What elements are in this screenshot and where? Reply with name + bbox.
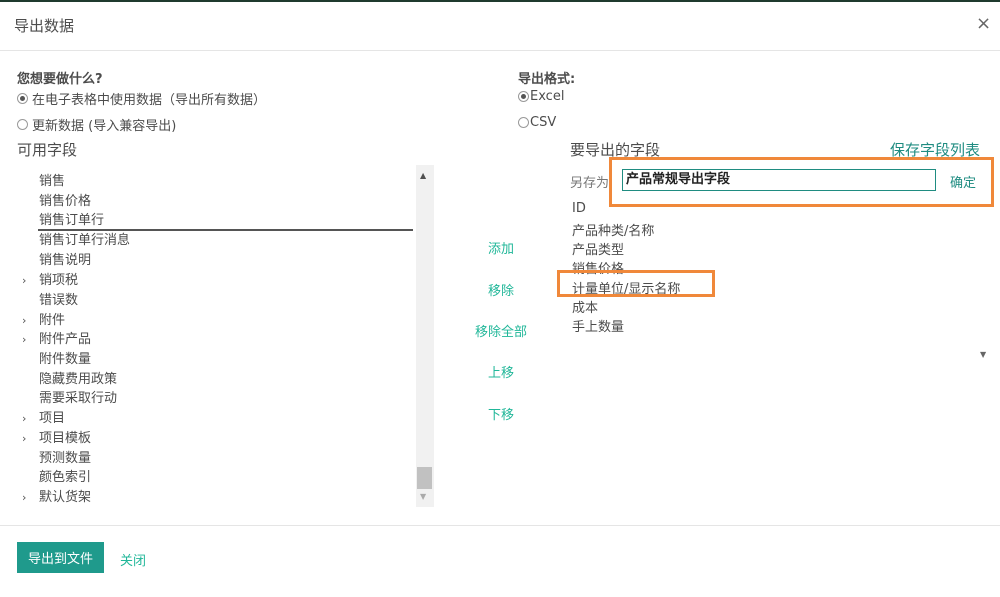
export-field-item[interactable]: 产品种类/名称 xyxy=(572,220,654,239)
move-up-button[interactable]: 上移 xyxy=(488,362,514,381)
available-field-label: 项目模板 xyxy=(39,431,92,446)
scroll-down-icon[interactable]: ▼ xyxy=(420,492,426,501)
available-field-item[interactable]: 销售说明 xyxy=(18,251,416,271)
available-field-item[interactable]: 错误数 xyxy=(18,291,416,311)
available-field-label: 需要采取行动 xyxy=(39,391,118,406)
available-field-item[interactable]: › 附件产品 xyxy=(18,330,416,350)
available-field-item[interactable]: › 默认货架 xyxy=(18,488,416,507)
available-field-item[interactable]: 颜色索引 xyxy=(18,468,416,488)
available-field-label: 销售 xyxy=(39,174,66,189)
add-button[interactable]: 添加 xyxy=(488,238,514,257)
available-field-item[interactable]: › 项目 xyxy=(18,409,416,429)
scroll-up-icon[interactable]: ▲ xyxy=(420,171,426,180)
available-field-item[interactable]: › 销项税 xyxy=(18,271,416,291)
available-field-label: 附件产品 xyxy=(39,332,92,347)
available-fields-list[interactable]: 销售销售价格销售订单行销售订单行消息 销售说明 › 销项税错误数 › 附件 › 附件产品附件数… xyxy=(18,165,416,507)
available-field-item[interactable]: 附件数量 xyxy=(18,350,416,370)
selected-row-underline xyxy=(38,229,413,231)
available-field-label: 项目 xyxy=(39,411,66,426)
available-field-label: 附件数量 xyxy=(39,352,92,367)
radio-off-icon[interactable] xyxy=(518,117,529,128)
radio-on-icon[interactable] xyxy=(17,93,28,104)
export-field-item[interactable]: 产品类型 xyxy=(572,239,624,258)
available-field-label: 默认货架 xyxy=(39,490,92,505)
available-field-label: 隐藏费用政策 xyxy=(39,372,118,387)
dropdown-arrow-icon[interactable]: ▼ xyxy=(980,350,986,359)
radio-update-data[interactable]: 更新数据 (导入兼容导出) xyxy=(17,115,176,134)
radio-on-icon[interactable] xyxy=(518,91,529,102)
highlight-save-as-box xyxy=(609,157,994,207)
remove-button[interactable]: 移除 xyxy=(488,280,514,299)
available-field-item[interactable]: 销售价格 xyxy=(18,192,416,212)
available-field-label: 错误数 xyxy=(39,293,79,308)
scroll-thumb[interactable] xyxy=(417,467,432,489)
available-field-item[interactable]: 隐藏费用政策 xyxy=(18,370,416,390)
export-field-item[interactable]: 成本 xyxy=(572,297,598,316)
available-field-item[interactable]: 销售订单行消息 xyxy=(18,231,416,251)
chevron-right-icon[interactable]: › xyxy=(22,429,26,449)
available-field-label: 销售订单行消息 xyxy=(39,233,131,248)
available-field-item[interactable]: 销售订单行 xyxy=(18,211,416,231)
footer-divider xyxy=(0,525,1000,526)
available-field-item[interactable]: 需要采取行动 xyxy=(18,389,416,409)
action-heading: 您想要做什么? xyxy=(17,72,103,87)
radio-label: Excel xyxy=(530,89,565,104)
available-field-item[interactable]: › 附件 xyxy=(18,311,416,331)
export-to-file-button[interactable]: 导出到文件 xyxy=(17,542,104,573)
available-field-label: 颜色索引 xyxy=(39,470,92,485)
available-field-label: 销售说明 xyxy=(39,253,92,268)
available-field-label: 预测数量 xyxy=(39,451,92,466)
available-field-item[interactable]: › 项目模板 xyxy=(18,429,416,449)
export-field-item[interactable]: ID xyxy=(572,201,586,216)
radio-label: 在电子表格中使用数据（导出所有数据） xyxy=(32,93,267,108)
radio-use-in-spreadsheet[interactable]: 在电子表格中使用数据（导出所有数据） xyxy=(17,89,266,108)
remove-all-button[interactable]: 移除全部 xyxy=(475,321,527,340)
radio-excel[interactable]: Excel xyxy=(518,89,564,104)
radio-csv[interactable]: CSV xyxy=(518,115,556,130)
scrollbar[interactable] xyxy=(416,165,434,507)
chevron-right-icon[interactable]: › xyxy=(22,271,26,291)
chevron-right-icon[interactable]: › xyxy=(22,311,26,331)
dialog-title: 导出数据 xyxy=(14,17,75,35)
available-field-label: 销项税 xyxy=(39,273,79,288)
chevron-right-icon[interactable]: › xyxy=(22,330,26,350)
available-field-item[interactable]: 预测数量 xyxy=(18,449,416,469)
export-field-item[interactable]: 手上数量 xyxy=(572,316,624,335)
close-icon[interactable]: × xyxy=(976,13,991,34)
move-down-button[interactable]: 下移 xyxy=(488,404,514,423)
save-as-label: 另存为 xyxy=(570,176,610,191)
format-heading: 导出格式: xyxy=(518,72,576,87)
highlight-field-box xyxy=(557,270,715,297)
available-fields-title: 可用字段 xyxy=(17,141,78,159)
close-link[interactable]: 关闭 xyxy=(120,550,146,569)
available-field-item[interactable]: 销售 xyxy=(18,172,416,192)
available-field-label: 附件 xyxy=(39,313,66,328)
available-field-label: 销售订单行 xyxy=(39,213,105,228)
radio-label: 更新数据 (导入兼容导出) xyxy=(32,119,177,134)
header-divider xyxy=(0,50,1000,51)
chevron-right-icon[interactable]: › xyxy=(22,488,26,507)
top-border xyxy=(0,0,1000,2)
radio-off-icon[interactable] xyxy=(17,119,28,130)
radio-label: CSV xyxy=(530,115,557,130)
chevron-right-icon[interactable]: › xyxy=(22,409,26,429)
available-field-label: 销售价格 xyxy=(39,194,92,209)
